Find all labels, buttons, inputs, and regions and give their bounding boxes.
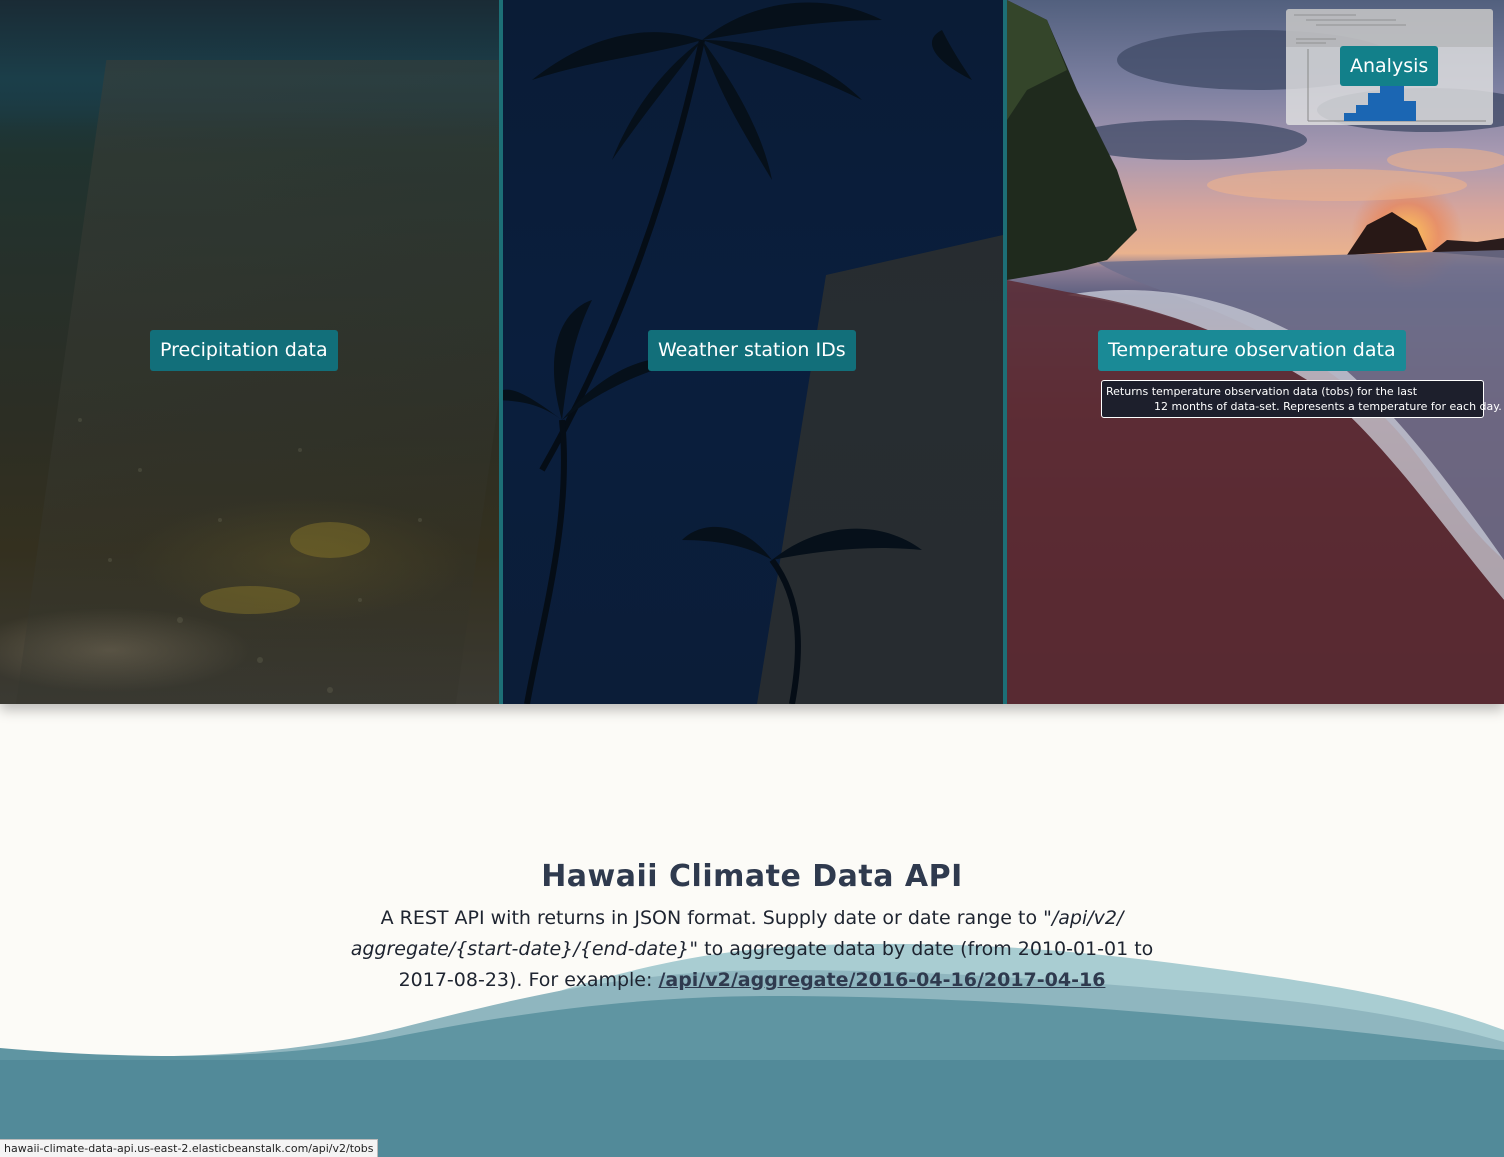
analysis-card[interactable]: Analysis [1286,9,1493,125]
stations-button[interactable]: Weather station IDs [648,330,856,371]
hero-section: Precipitation data Weather station IDs T… [0,0,1504,704]
panel-divider [1003,0,1007,704]
api-description: A REST API with returns in JSON format. … [347,903,1157,996]
temperature-tooltip: Returns temperature observation data (to… [1101,380,1502,418]
panel-divider [499,0,503,704]
tooltip-line-1: Returns temperature observation data (to… [1106,385,1418,398]
example-link[interactable]: /api/v2/aggregate/2016-04-16/2017-04-16 [658,969,1105,991]
page-title: Hawaii Climate Data API [541,859,963,894]
temperature-button[interactable]: Temperature observation data [1098,330,1406,371]
analysis-button[interactable]: Analysis [1340,46,1439,86]
description-text-start: A REST API with returns in JSON format. … [380,907,1044,929]
precipitation-button[interactable]: Precipitation data [150,330,338,371]
browser-status-bar: hawaii-climate-data-api.us-east-2.elasti… [0,1139,379,1157]
tooltip-line-2: 12 months of data-set. Represents a temp… [1154,400,1502,413]
api-intro: Hawaii Climate Data API A REST API with … [0,855,1504,996]
